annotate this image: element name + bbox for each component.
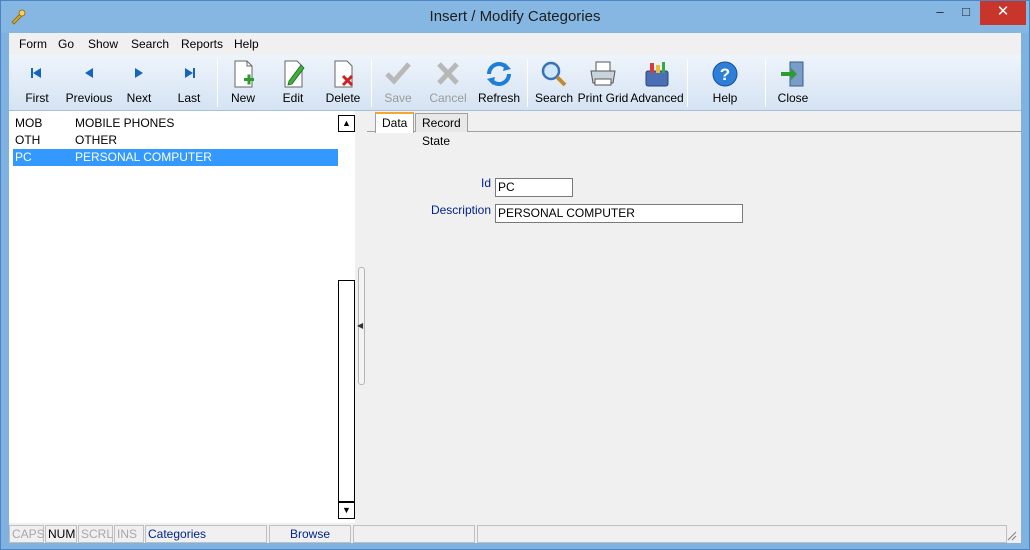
magnifier-icon (541, 61, 567, 87)
first-button[interactable]: First (11, 57, 63, 109)
mode-indicator: Browse (269, 525, 351, 543)
toolbar-separator (765, 59, 766, 107)
status-bar: CAPS NUM SCRL INS Categories Browse (9, 523, 1021, 543)
toolbar-separator (687, 59, 688, 107)
scroll-down-arrow-icon[interactable]: ▼ (338, 502, 355, 519)
scroll-up-arrow-icon[interactable]: ▲ (338, 115, 355, 132)
advanced-button[interactable]: Advanced (629, 57, 685, 109)
toolbar-separator (527, 59, 528, 107)
search-button[interactable]: Search (529, 57, 579, 109)
previous-record-icon (85, 68, 93, 78)
checkmark-icon (385, 62, 411, 85)
tab-record-state[interactable]: Record State (415, 113, 468, 148)
main-area: MOB MOBILE PHONES OTH OTHER PC PERSONAL … (9, 111, 1021, 523)
description-label: Description (430, 203, 491, 217)
list-item-selected[interactable]: PC PERSONAL COMPUTER (13, 149, 338, 166)
id-label: Id (480, 176, 491, 190)
panel-splitter[interactable]: ◀ (355, 111, 367, 523)
toolbar-separator (217, 59, 218, 107)
list-item-description: PERSONAL COMPUTER (75, 150, 212, 164)
delete-document-icon (334, 60, 354, 88)
toolbar: First Previous Next Last New Edit Delete… (9, 55, 1021, 111)
menu-show[interactable]: Show (88, 37, 118, 51)
close-button[interactable]: Close (767, 57, 819, 109)
help-button[interactable]: ? Help (699, 57, 751, 109)
new-button[interactable]: New (219, 57, 267, 109)
menu-reports[interactable]: Reports (181, 37, 223, 51)
resize-grip-icon[interactable] (1005, 529, 1017, 541)
edit-button[interactable]: Edit (269, 57, 317, 109)
previous-button[interactable]: Previous (61, 57, 117, 109)
list-item-code: MOB (15, 116, 43, 130)
new-document-icon (234, 60, 254, 88)
status-panel-empty (477, 525, 1007, 543)
printer-icon (590, 61, 616, 86)
question-mark-icon: ? (712, 61, 738, 87)
scrollbar-thumb[interactable] (338, 280, 355, 502)
list-item[interactable]: MOB MOBILE PHONES (13, 115, 338, 132)
svg-text:?: ? (720, 65, 730, 84)
menu-search[interactable]: Search (131, 37, 169, 51)
save-button[interactable]: Save (373, 57, 423, 109)
list-item-description: OTHER (75, 133, 117, 147)
next-button[interactable]: Next (113, 57, 165, 109)
menu-bar: Form Go Show Search Reports Help (9, 33, 1021, 55)
list-item-code: OTH (15, 133, 41, 147)
last-button[interactable]: Last (163, 57, 215, 109)
detail-form: Id PC Description PERSONAL COMPUTER (367, 131, 1021, 523)
menu-help[interactable]: Help (234, 37, 259, 51)
caps-indicator: CAPS (9, 525, 45, 543)
list-item-code: PC (15, 150, 32, 164)
delete-button[interactable]: Delete (319, 57, 367, 109)
minimize-button[interactable]: – (927, 1, 953, 25)
cancel-button[interactable]: Cancel (423, 57, 473, 109)
description-field[interactable]: PERSONAL COMPUTER (495, 204, 743, 223)
app-window: Insert / Modify Categories – □ ✕ Form Go… (0, 0, 1030, 550)
menu-go[interactable]: Go (58, 37, 74, 51)
edit-document-icon (284, 60, 305, 88)
window-title: Insert / Modify Categories (429, 8, 601, 25)
print-grid-button[interactable]: Print Grid (577, 57, 629, 109)
first-record-icon (31, 68, 41, 78)
collapse-arrow-icon[interactable]: ◀ (357, 321, 363, 330)
status-panel-empty (353, 525, 475, 543)
cross-icon (437, 62, 459, 85)
refresh-button[interactable]: Refresh (473, 57, 525, 109)
maximize-button[interactable]: □ (953, 1, 979, 25)
list-item-description: MOBILE PHONES (75, 116, 175, 130)
last-record-icon (185, 68, 195, 78)
entity-name: Categories (145, 525, 267, 543)
list-item[interactable]: OTH OTHER (13, 132, 338, 149)
menu-form[interactable]: Form (19, 37, 47, 51)
list-scrollbar[interactable]: ▲ ▼ (338, 115, 355, 519)
close-window-button[interactable]: ✕ (980, 1, 1026, 25)
refresh-icon (487, 62, 511, 86)
ins-indicator: INS (114, 525, 144, 543)
tab-data[interactable]: Data (375, 112, 415, 133)
toolbar-separator (371, 59, 372, 107)
scrl-indicator: SCRL (78, 525, 113, 543)
num-indicator: NUM (45, 525, 77, 543)
categories-list[interactable]: MOB MOBILE PHONES OTH OTHER PC PERSONAL … (9, 111, 355, 523)
toolbox-icon (645, 62, 669, 87)
title-bar[interactable]: Insert / Modify Categories – □ ✕ (1, 1, 1029, 33)
id-field[interactable]: PC (495, 178, 573, 197)
next-record-icon (135, 68, 143, 78)
exit-door-icon (781, 61, 804, 87)
